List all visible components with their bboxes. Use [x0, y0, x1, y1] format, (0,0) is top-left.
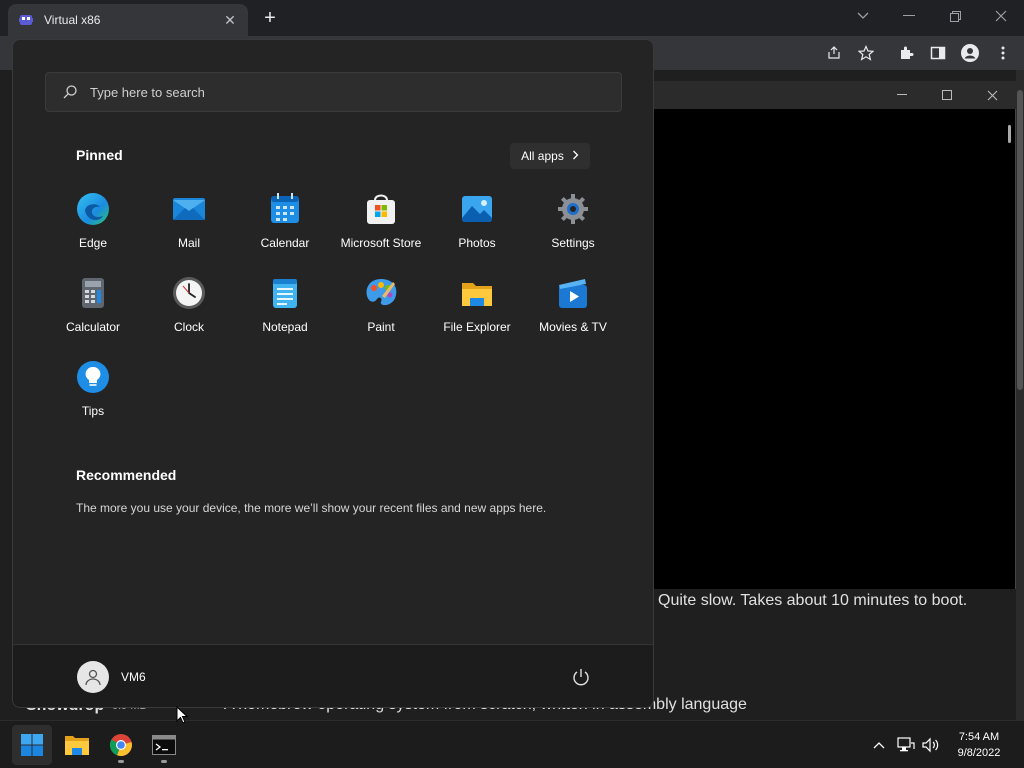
close-window-icon[interactable] [978, 0, 1024, 32]
user-name[interactable]: VM6 [121, 670, 146, 684]
search-input[interactable]: Type here to search [45, 72, 622, 112]
pinned-app-file-explorer[interactable]: File Explorer [429, 272, 525, 352]
windows-start-button[interactable] [12, 725, 52, 765]
browser-tab[interactable]: Virtual x86 ✕ [8, 4, 248, 36]
page-scrollbar[interactable] [1016, 70, 1024, 720]
tab-title: Virtual x86 [44, 13, 101, 27]
chevron-right-icon [572, 149, 579, 163]
clock-date: 9/8/2022 [957, 747, 1001, 759]
network-icon[interactable] [896, 735, 916, 755]
taskbar-terminal[interactable] [144, 725, 184, 765]
pinned-app-tips[interactable]: Tips [45, 356, 141, 436]
pinned-app-paint[interactable]: Paint [333, 272, 429, 352]
search-placeholder: Type here to search [90, 84, 205, 100]
pinned-app-notepad[interactable]: Notepad [237, 272, 333, 352]
recommended-empty-message: The more you use your device, the more w… [76, 501, 547, 515]
restore-icon[interactable] [932, 0, 978, 32]
vm-scrollbar[interactable] [1008, 125, 1011, 143]
paint-icon [366, 279, 397, 306]
virtual-x86-favicon-icon [19, 15, 33, 25]
app-label: Clock [173, 320, 204, 334]
chevron-up-icon[interactable] [869, 735, 889, 755]
all-apps-button[interactable]: All apps [510, 143, 590, 169]
pinned-heading: Pinned [76, 147, 123, 163]
share-icon[interactable] [825, 44, 843, 62]
tab-search-icon[interactable] [840, 0, 886, 32]
vm-screen-window[interactable] [654, 81, 1016, 589]
pinned-app-mail[interactable]: Mail [141, 188, 237, 268]
gear-icon [558, 194, 588, 224]
mouse-cursor-icon [176, 706, 188, 724]
edge-icon [77, 193, 109, 225]
app-label: Photos [458, 236, 496, 250]
minimize-icon[interactable] [886, 0, 932, 32]
start-menu: Type here to search Pinned All apps Edge… [12, 39, 654, 708]
taskbar: 7:54 AM 9/8/2022 [0, 720, 1024, 768]
all-apps-label: All apps [521, 149, 564, 163]
app-label: File Explorer [443, 320, 511, 334]
volume-icon[interactable] [921, 735, 941, 755]
pinned-app-photos[interactable]: Photos [429, 188, 525, 268]
tab-close-icon[interactable]: ✕ [222, 12, 238, 28]
vm-maximize-icon[interactable] [937, 85, 957, 105]
app-label: Microsoft Store [340, 236, 422, 250]
user-icon [85, 669, 101, 686]
store-icon [367, 194, 395, 224]
recommended-heading: Recommended [76, 467, 177, 483]
file-explorer-icon [65, 736, 89, 755]
pinned-app-calendar[interactable]: Calendar [237, 188, 333, 268]
notepad-icon [273, 279, 297, 308]
pinned-app-microsoft-store[interactable]: Microsoft Store [333, 188, 429, 268]
vm-window-titlebar [654, 81, 1016, 109]
vm-close-icon[interactable] [982, 85, 1002, 105]
terminal-icon [152, 735, 176, 755]
pinned-app-edge[interactable]: Edge [45, 188, 141, 268]
running-indicator [118, 760, 124, 763]
lightbulb-icon [77, 361, 109, 393]
browser-menu-icon[interactable] [994, 44, 1012, 62]
page-scrollbar-thumb[interactable] [1017, 90, 1023, 390]
app-label: Movies & TV [539, 320, 607, 334]
app-label: Settings [551, 236, 595, 250]
calculator-icon [82, 278, 104, 308]
new-tab-button[interactable]: + [258, 6, 282, 30]
side-panel-icon[interactable] [929, 44, 947, 62]
profile-icon[interactable] [961, 44, 979, 62]
pinned-app-movies-tv[interactable]: Movies & TV [525, 272, 621, 352]
pinned-app-clock[interactable]: Clock [141, 272, 237, 352]
taskbar-file-explorer[interactable] [57, 725, 97, 765]
app-label: Notepad [262, 320, 308, 334]
search-icon [63, 85, 77, 99]
power-icon[interactable] [571, 667, 591, 687]
pinned-app-settings[interactable]: Settings [525, 188, 621, 268]
start-menu-footer: VM6 [13, 644, 653, 707]
vm-minimize-icon[interactable] [892, 85, 912, 105]
avatar[interactable] [77, 661, 109, 693]
app-label: Edge [78, 236, 108, 250]
os-description-text: Quite slow. Takes about 10 minutes to bo… [658, 592, 968, 609]
app-label: Paint [367, 320, 395, 334]
app-label: Calculator [65, 320, 121, 334]
calendar-icon [271, 193, 299, 223]
chrome-icon [109, 734, 132, 757]
app-label: Mail [177, 236, 200, 250]
folder-icon [462, 283, 492, 306]
browser-tab-strip: Virtual x86 ✕ + [0, 0, 1024, 36]
pinned-app-calculator[interactable]: Calculator [45, 272, 141, 352]
mail-icon [173, 198, 205, 220]
taskbar-clock[interactable]: 7:54 AM 9/8/2022 [944, 729, 1014, 761]
app-label: Tips [81, 404, 105, 418]
movies-icon [559, 279, 587, 308]
bookmark-star-icon[interactable] [857, 44, 875, 62]
clock-icon [173, 277, 205, 309]
taskbar-chrome[interactable] [101, 725, 141, 765]
photos-icon [462, 196, 492, 222]
extensions-icon[interactable] [897, 44, 915, 62]
app-label: Calendar [260, 236, 310, 250]
clock-time: 7:54 AM [958, 731, 1000, 743]
running-indicator [161, 760, 167, 763]
windows-start-icon [21, 734, 43, 756]
